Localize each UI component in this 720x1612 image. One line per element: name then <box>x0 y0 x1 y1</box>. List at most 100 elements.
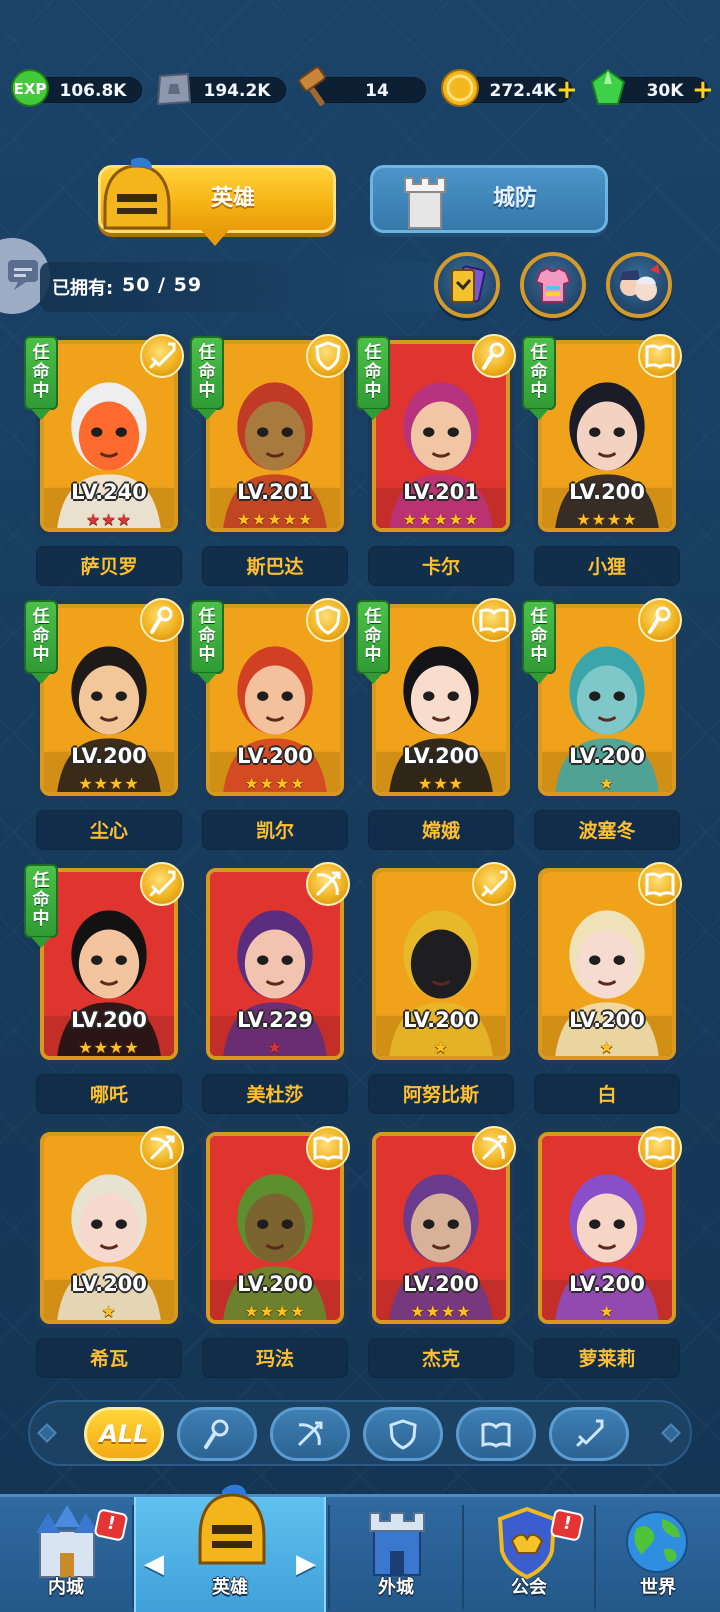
hero-card[interactable]: LV.200 ★★★★ 任命中 <box>24 598 184 800</box>
bottom-navigation: ! 内城 ◀ ▶ 英雄 外城 ! 公会 世界 <box>0 1484 720 1612</box>
hero-star-rating: ★ <box>542 776 672 792</box>
hero-level: LV.200 <box>237 744 313 768</box>
book-class-badge <box>472 598 516 642</box>
staff-class-badge <box>638 598 682 642</box>
star-icon: ★ <box>290 774 306 793</box>
star-icon: ★ <box>282 510 299 529</box>
book-class-badge <box>638 862 682 906</box>
star-icon: ★ <box>275 774 291 793</box>
sword-icon <box>576 1419 604 1447</box>
hero-name: 卡尔 <box>368 546 514 586</box>
hero-star-rating: ★ <box>210 1040 340 1056</box>
star-icon: ★ <box>402 510 418 529</box>
filter-book[interactable] <box>456 1407 536 1461</box>
gem-icon <box>590 68 626 105</box>
hero-card[interactable]: LV.200 ★ 任命中 <box>522 598 682 800</box>
book-icon <box>481 1422 511 1448</box>
nav-world[interactable]: 世界 <box>596 1497 720 1612</box>
hero-card[interactable]: LV.200 ★ <box>36 1126 184 1328</box>
star-icon: ★ <box>456 1302 472 1321</box>
star-icon: ★ <box>109 774 125 793</box>
hero-card[interactable]: LV.201 ★★★★★ 任命中 <box>356 334 516 536</box>
hero-card[interactable]: LV.200 ★ <box>534 862 682 1064</box>
filter-bow[interactable] <box>270 1407 350 1461</box>
tab-defense[interactable]: 城防 <box>370 165 608 233</box>
add-gem-icon[interactable]: + <box>692 77 714 103</box>
hero-level: LV.200 <box>569 744 645 768</box>
nav-heroes[interactable]: ◀ ▶ 英雄 <box>134 1484 326 1612</box>
star-icon: ★ <box>425 1302 441 1321</box>
star-icon: ★ <box>441 1302 457 1321</box>
hero-group-button[interactable] <box>606 252 672 318</box>
hero-card[interactable]: LV.200 ★★★★ 任命中 <box>522 334 682 536</box>
hero-level: LV.200 <box>403 1272 479 1296</box>
star-icon: ★ <box>417 510 434 529</box>
sword-class-badge <box>472 862 516 906</box>
filter-scroll-left <box>37 1423 57 1443</box>
svg-text:EXP: EXP <box>14 80 47 98</box>
staff-icon <box>482 342 505 370</box>
resource-gold[interactable]: 272.4K + <box>438 69 578 107</box>
hero-card[interactable]: LV.200 ★★★★ <box>202 1126 350 1328</box>
hero-card[interactable]: LV.200 ★★★★ 任命中 <box>190 598 350 800</box>
hero-star-rating: ★ <box>44 1304 174 1320</box>
hero-level: LV.200 <box>569 1008 645 1032</box>
filter-sword[interactable] <box>549 1407 629 1461</box>
hero-name: 希瓦 <box>36 1338 182 1378</box>
hero-card[interactable]: LV.229 ★ <box>202 862 350 1064</box>
book-class-badge <box>306 1126 350 1170</box>
star-icon: ★ <box>244 1302 260 1321</box>
hero-star-rating: ★★★★ <box>210 776 340 792</box>
owned-label: 已拥有: <box>52 278 114 299</box>
tower-icon <box>404 177 446 229</box>
hero-card[interactable]: LV.240 ★★★ 任命中 <box>24 334 184 536</box>
resource-bar: 106.8K EXP 194.2K 14 272.4K + 30K + <box>0 62 720 118</box>
hero-level: LV.201 <box>237 480 313 504</box>
star-icon: ★ <box>433 510 449 529</box>
bow-icon <box>149 1135 175 1161</box>
star-icon: ★ <box>101 1302 117 1321</box>
hero-card[interactable]: LV.201 ★★★★★ 任命中 <box>190 334 350 536</box>
hero-card[interactable]: LV.200 ★ <box>534 1126 682 1328</box>
hero-card[interactable]: LV.200 ★★★ 任命中 <box>356 598 516 800</box>
gold-coin-icon <box>441 69 479 107</box>
star-icon: ★ <box>433 774 449 793</box>
hero-name: 萝莱莉 <box>534 1338 680 1378</box>
hero-card[interactable]: LV.200 ★ <box>368 862 516 1064</box>
hammer-icon <box>298 66 326 106</box>
outfit-button[interactable] <box>520 252 586 318</box>
star-icon: ★ <box>267 1038 283 1057</box>
nav-guild[interactable]: ! 公会 <box>464 1497 594 1612</box>
cards-button[interactable] <box>434 252 500 318</box>
hero-card[interactable]: LV.200 ★★★★ 任命中 <box>24 862 184 1064</box>
bow-class-badge <box>140 1126 184 1170</box>
nav-inner-city[interactable]: ! 内城 <box>0 1497 132 1612</box>
knight-helmet-icon <box>103 157 171 230</box>
staff-class-badge <box>472 334 516 378</box>
star-icon: ★ <box>85 510 102 529</box>
hero-star-rating: ★★★★ <box>210 1304 340 1320</box>
hero-card[interactable]: LV.200 ★★★★ <box>368 1126 516 1328</box>
shield-icon <box>315 605 341 635</box>
hero-level: LV.200 <box>71 1272 147 1296</box>
add-gold-icon[interactable]: + <box>556 77 578 103</box>
star-icon: ★ <box>433 1038 449 1057</box>
star-icon: ★ <box>591 510 607 529</box>
resource-gem[interactable]: 30K + <box>586 68 718 105</box>
star-icon: ★ <box>410 1302 426 1321</box>
filter-staff[interactable] <box>177 1407 257 1461</box>
hero-level: LV.240 <box>71 480 147 504</box>
class-filter-bar: ALL <box>28 1400 692 1466</box>
hero-level: LV.200 <box>569 1272 645 1296</box>
nav-heroes-label: 英雄 <box>212 1577 248 1598</box>
book-class-badge <box>638 334 682 378</box>
tab-heroes[interactable]: 英雄 <box>98 157 336 246</box>
star-icon: ★ <box>576 510 592 529</box>
star-icon: ★ <box>78 1038 94 1057</box>
filter-all[interactable]: ALL <box>84 1407 164 1461</box>
nav-outer-city[interactable]: 外城 <box>330 1497 462 1612</box>
hero-level: LV.200 <box>71 1008 147 1032</box>
hero-star-rating: ★★★★ <box>376 1304 506 1320</box>
filter-shield[interactable] <box>363 1407 443 1461</box>
filter-scroll-right <box>661 1423 681 1443</box>
